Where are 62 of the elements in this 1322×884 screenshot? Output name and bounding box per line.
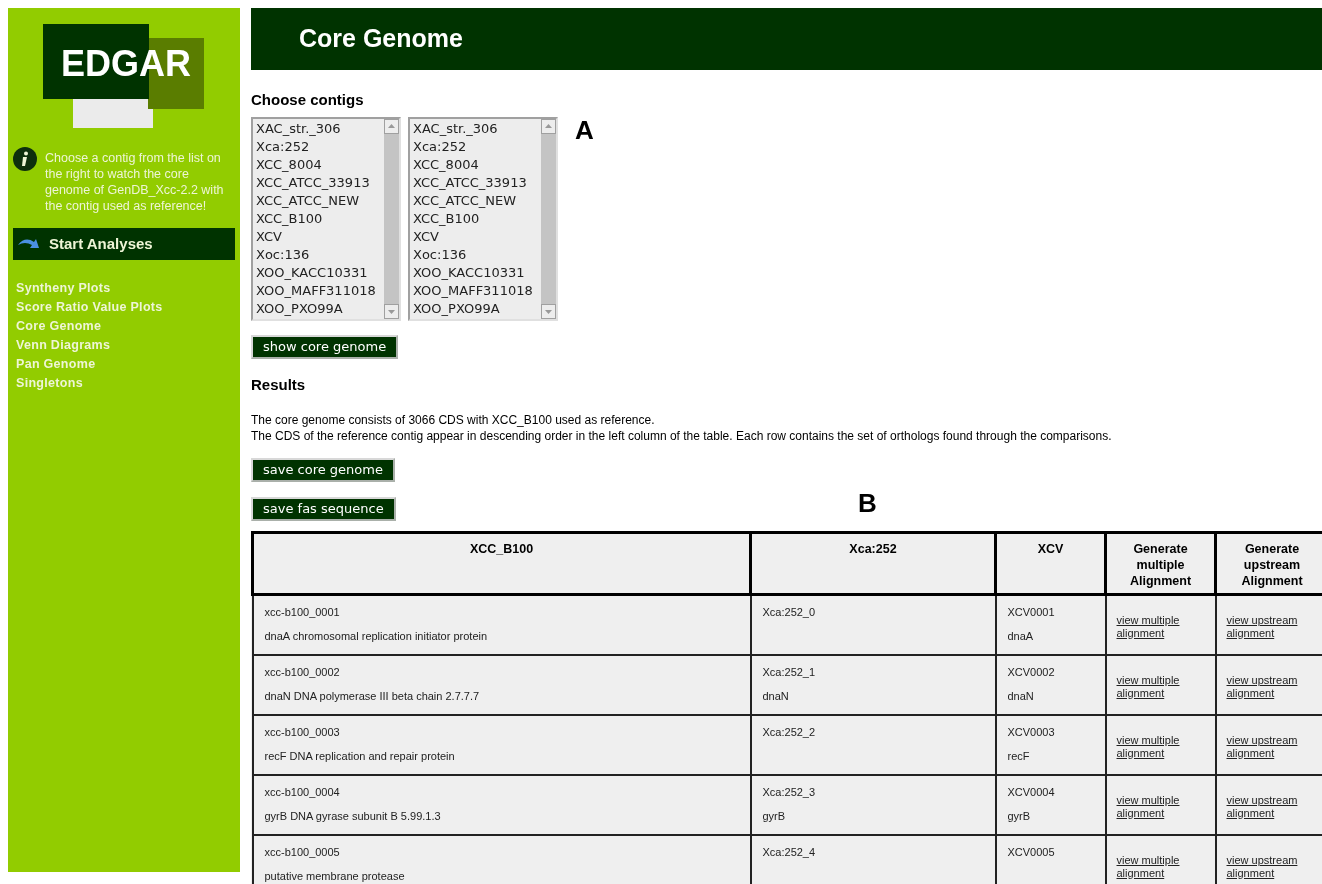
list-option[interactable]: XOO_KACC10331	[413, 263, 525, 282]
list-option[interactable]: XCC_B100	[256, 209, 323, 228]
section-heading: Choose contigs	[251, 90, 365, 110]
table-cell: Xca:252_0	[750, 594, 996, 655]
show-core-genome-button[interactable]: show core genome	[251, 334, 399, 359]
section-title: Start Analyses	[49, 233, 153, 254]
table-cell: Xca:252_2	[750, 714, 996, 775]
table-cell: xcc-b100_0002 dnaN DNA polymerase III beta chain 2.7.7.7	[252, 654, 751, 715]
scrollbar[interactable]	[384, 118, 399, 319]
column-header: XCV	[995, 532, 1106, 595]
list-option[interactable]: XOO_MAFF311018	[256, 281, 376, 300]
list-option[interactable]: XCC_ATCC_33913	[256, 173, 370, 192]
annotation-letter: B	[858, 487, 877, 520]
result-text: The CDS of the reference contig appear in descending order in the left column of the table. Each row contains the set of orthologs found through the comparisons.	[251, 428, 1113, 444]
list-option[interactable]: XOO_PXO99A	[413, 299, 500, 318]
scroll-up-icon[interactable]	[541, 118, 556, 134]
list-option[interactable]: XCV	[413, 227, 439, 246]
scroll-up-icon[interactable]	[384, 118, 399, 134]
column-header: Generate upstream Alignment	[1215, 532, 1322, 595]
info-icon	[13, 147, 37, 171]
table-cell: Xca:252_3 gyrB	[750, 774, 996, 835]
list-option[interactable]: Xoc:136	[413, 245, 467, 264]
list-option[interactable]: XCC_ATCC_NEW	[256, 191, 360, 210]
table-cell: XCV0001 dnaA	[995, 594, 1106, 655]
column-header: XCC_B100	[252, 532, 751, 595]
list-option[interactable]: Xoc:136	[256, 245, 310, 264]
column-header: Generate multiple Alignment	[1105, 532, 1216, 595]
table-cell: xcc-b100_0004 gyrB DNA gyrase subunit B 5.99.1.3	[252, 774, 751, 835]
list-option[interactable]: XCC_ATCC_NEW	[413, 191, 517, 210]
table-cell: XCV0003 recF	[995, 714, 1106, 775]
logo-text: EDGAR	[61, 46, 191, 82]
list-option[interactable]: XCC_8004	[256, 155, 322, 174]
list-option[interactable]: XAC_str._306	[256, 119, 341, 138]
list-option[interactable]: XCV	[256, 227, 282, 246]
column-header: Xca:252	[750, 532, 996, 595]
scrollbar[interactable]	[541, 118, 556, 319]
list-option[interactable]: Xca:252	[256, 137, 310, 156]
table-cell: xcc-b100_0005 putative membrane protease	[252, 834, 751, 884]
contig-listbox[interactable]: XAC_str._306 Xca:252 XCC_8004 XCC_ATCC_33913 XCC_ATCC_NEW XCC_B100 XCV Xoc:136 XOO_KACC10331 XOO_MAFF311018 XOO_PXO99A	[408, 116, 558, 321]
info-text: Choose a contig from the list on the right to watch the core genome of GenDB_Xcc-2.2 with the contig used as reference!	[45, 150, 225, 214]
table-cell: XCV0004 gyrB	[995, 774, 1106, 835]
list-option[interactable]: XOO_KACC10331	[256, 263, 368, 282]
save-button[interactable]: save fas sequence	[251, 497, 396, 521]
table-cell: XCV0002 dnaN	[995, 654, 1106, 715]
table-cell: xcc-b100_0003 recF DNA replication and repair protein	[252, 714, 751, 775]
result-text: The core genome consists of 3066 CDS with XCC_B100 used as reference.	[251, 412, 656, 428]
scroll-down-icon[interactable]	[384, 303, 399, 319]
table-cell: Xca:252_1 dnaN	[750, 654, 996, 715]
list-option[interactable]: XAC_str._306	[413, 119, 498, 138]
list-option[interactable]: XOO_PXO99A	[256, 299, 343, 318]
list-option[interactable]: XOO_MAFF311018	[413, 281, 533, 300]
contig-listbox[interactable]: XAC_str._306 Xca:252 XCC_8004 XCC_ATCC_33913 XCC_ATCC_NEW XCC_B100 XCV Xoc:136 XOO_KACC10331 XOO_MAFF311018 XOO_PXO99A	[251, 116, 401, 321]
list-option[interactable]: XCC_ATCC_33913	[413, 173, 527, 192]
table-cell: xcc-b100_0001 dnaA chromosomal replication initiator protein	[252, 594, 751, 655]
scroll-down-icon[interactable]	[541, 303, 556, 319]
list-option[interactable]: Xca:252	[413, 137, 467, 156]
section-heading: Results	[251, 374, 307, 395]
list-option[interactable]: XCC_B100	[413, 209, 480, 228]
save-button[interactable]: save core genome	[251, 458, 395, 482]
annotation-letter: A	[575, 116, 594, 143]
list-option[interactable]: XCC_8004	[413, 155, 479, 174]
page-title: Core Genome	[299, 23, 463, 55]
